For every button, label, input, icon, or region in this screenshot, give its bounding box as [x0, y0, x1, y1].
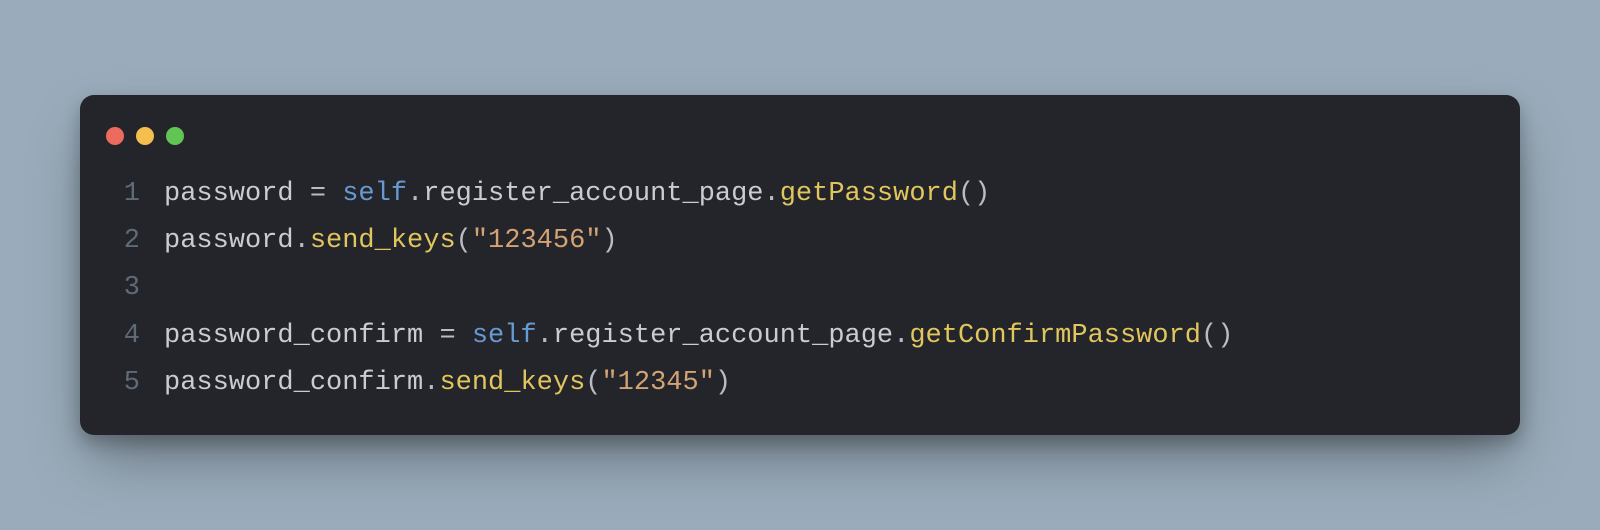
code-token: getConfirmPassword — [909, 321, 1201, 351]
code-token: self — [342, 179, 407, 209]
code-token: . — [407, 179, 423, 209]
line-number: 4 — [100, 313, 140, 360]
window-titlebar — [100, 121, 1492, 171]
code-token: () — [958, 179, 990, 209]
code-token: register_account_page — [553, 321, 893, 351]
code-token: "123456" — [472, 226, 602, 256]
code-token: = — [439, 321, 455, 351]
code-content[interactable]: password.send_keys("123456") — [164, 218, 1492, 265]
code-token: register_account_page — [423, 179, 763, 209]
code-token: ) — [601, 226, 617, 256]
code-token: password_confirm — [164, 368, 423, 398]
code-token: . — [893, 321, 909, 351]
code-token: send_keys — [310, 226, 456, 256]
code-line[interactable]: 2 password.send_keys("123456") — [100, 218, 1492, 265]
code-token: . — [764, 179, 780, 209]
zoom-icon[interactable] — [166, 127, 184, 145]
code-token: password — [164, 179, 294, 209]
code-content[interactable]: password = self.register_account_page.ge… — [164, 171, 1492, 218]
code-line[interactable]: 4 password_confirm = self.register_accoun… — [100, 313, 1492, 360]
line-number: 1 — [100, 171, 140, 218]
line-number: 2 — [100, 218, 140, 265]
code-token: . — [294, 226, 310, 256]
line-number: 3 — [100, 265, 140, 312]
minimize-icon[interactable] — [136, 127, 154, 145]
code-token — [423, 321, 439, 351]
code-token: ( — [585, 368, 601, 398]
code-token: getPassword — [780, 179, 958, 209]
code-token: "12345" — [601, 368, 714, 398]
code-content[interactable]: password_confirm.send_keys("12345") — [164, 360, 1492, 407]
line-number: 5 — [100, 360, 140, 407]
code-token: send_keys — [439, 368, 585, 398]
code-token: password — [164, 226, 294, 256]
code-token — [456, 321, 472, 351]
code-area[interactable]: 1password = self.register_account_page.g… — [100, 171, 1492, 407]
code-line[interactable]: 3 — [100, 265, 1492, 312]
code-token: ) — [715, 368, 731, 398]
close-icon[interactable] — [106, 127, 124, 145]
code-token: ( — [456, 226, 472, 256]
code-token: password_confirm — [164, 321, 423, 351]
code-token: () — [1201, 321, 1233, 351]
code-line[interactable]: 5 password_confirm.send_keys("12345") — [100, 360, 1492, 407]
code-line[interactable]: 1password = self.register_account_page.g… — [100, 171, 1492, 218]
code-token: = — [310, 179, 326, 209]
code-token — [326, 179, 342, 209]
code-token — [294, 179, 310, 209]
code-token: self — [472, 321, 537, 351]
code-editor-window: 1password = self.register_account_page.g… — [80, 95, 1520, 435]
code-token: . — [423, 368, 439, 398]
code-token: . — [537, 321, 553, 351]
code-content[interactable]: password_confirm = self.register_account… — [164, 313, 1492, 360]
